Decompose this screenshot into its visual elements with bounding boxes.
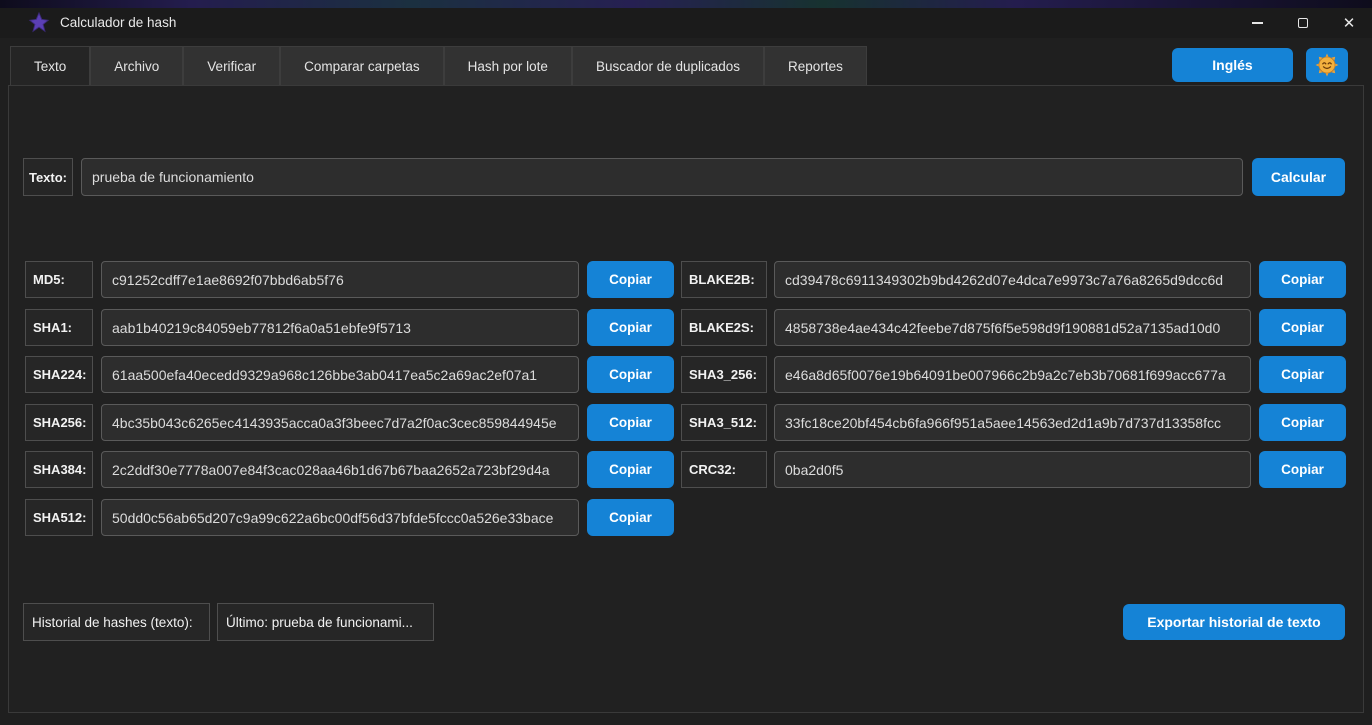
- close-icon: ✕: [1343, 14, 1356, 32]
- crc32-copy-button[interactable]: Copiar: [1259, 451, 1346, 488]
- minimize-button[interactable]: [1234, 8, 1280, 38]
- window-title: Calculador de hash: [60, 8, 176, 38]
- sha512-label: SHA512:: [25, 499, 93, 536]
- sha1-label: SHA1:: [25, 309, 93, 346]
- title-bar: Calculador de hash ✕: [0, 8, 1372, 38]
- sha3-512-copy-button[interactable]: Copiar: [1259, 404, 1346, 441]
- sha3-512-value-field[interactable]: [774, 404, 1251, 441]
- sha3-256-label: SHA3_256:: [681, 356, 767, 393]
- crc32-label: CRC32:: [681, 451, 767, 488]
- sun-face-icon: [1315, 53, 1339, 77]
- text-label: Texto:: [23, 158, 73, 196]
- sha256-copy-button[interactable]: Copiar: [587, 404, 674, 441]
- maximize-icon: [1298, 18, 1308, 28]
- md5-label: MD5:: [25, 261, 93, 298]
- sha1-copy-button[interactable]: Copiar: [587, 309, 674, 346]
- tab-buscador-de-duplicados[interactable]: Buscador de duplicados: [572, 46, 764, 85]
- app-icon: [28, 12, 50, 34]
- window-controls: ✕: [1234, 8, 1372, 38]
- blake2s-value-field[interactable]: [774, 309, 1251, 346]
- tab-reportes[interactable]: Reportes: [764, 46, 867, 85]
- close-button[interactable]: ✕: [1326, 8, 1372, 38]
- sha512-copy-button[interactable]: Copiar: [587, 499, 674, 536]
- blake2b-value-field[interactable]: [774, 261, 1251, 298]
- theme-toggle-button[interactable]: [1306, 48, 1348, 82]
- sha256-value-field[interactable]: [101, 404, 579, 441]
- sha1-value-field[interactable]: [101, 309, 579, 346]
- sha224-label: SHA224:: [25, 356, 93, 393]
- md5-value-field[interactable]: [101, 261, 579, 298]
- blake2s-copy-button[interactable]: Copiar: [1259, 309, 1346, 346]
- maximize-button[interactable]: [1280, 8, 1326, 38]
- minimize-icon: [1252, 22, 1263, 24]
- sha512-value-field[interactable]: [101, 499, 579, 536]
- tab-archivo[interactable]: Archivo: [90, 46, 183, 85]
- sha3-512-label: SHA3_512:: [681, 404, 767, 441]
- history-last-entry: Último: prueba de funcionami...: [217, 603, 434, 641]
- blake2b-label: BLAKE2B:: [681, 261, 767, 298]
- sha224-value-field[interactable]: [101, 356, 579, 393]
- export-history-button[interactable]: Exportar historial de texto: [1123, 604, 1345, 640]
- sha384-value-field[interactable]: [101, 451, 579, 488]
- tab-bar: Texto Archivo Verificar Comparar carpeta…: [10, 46, 867, 85]
- tab-content-panel: Texto: Calcular MD5: Copiar SHA1: Copiar…: [8, 85, 1364, 713]
- sha384-label: SHA384:: [25, 451, 93, 488]
- calculate-button[interactable]: Calcular: [1252, 158, 1345, 196]
- text-input[interactable]: [81, 158, 1243, 196]
- tab-hash-por-lote[interactable]: Hash por lote: [444, 46, 572, 85]
- video-artifact-band: [0, 0, 1372, 8]
- tab-verificar[interactable]: Verificar: [183, 46, 280, 85]
- language-toggle-button[interactable]: Inglés: [1172, 48, 1293, 82]
- sha3-256-copy-button[interactable]: Copiar: [1259, 356, 1346, 393]
- blake2b-copy-button[interactable]: Copiar: [1259, 261, 1346, 298]
- sha224-copy-button[interactable]: Copiar: [587, 356, 674, 393]
- tab-texto[interactable]: Texto: [10, 46, 90, 85]
- blake2s-label: BLAKE2S:: [681, 309, 767, 346]
- sha3-256-value-field[interactable]: [774, 356, 1251, 393]
- tab-comparar-carpetas[interactable]: Comparar carpetas: [280, 46, 444, 85]
- crc32-value-field[interactable]: [774, 451, 1251, 488]
- sha384-copy-button[interactable]: Copiar: [587, 451, 674, 488]
- md5-copy-button[interactable]: Copiar: [587, 261, 674, 298]
- sha256-label: SHA256:: [25, 404, 93, 441]
- history-label: Historial de hashes (texto):: [23, 603, 210, 641]
- app-window: Calculador de hash ✕ Texto Archivo Verif…: [0, 0, 1372, 725]
